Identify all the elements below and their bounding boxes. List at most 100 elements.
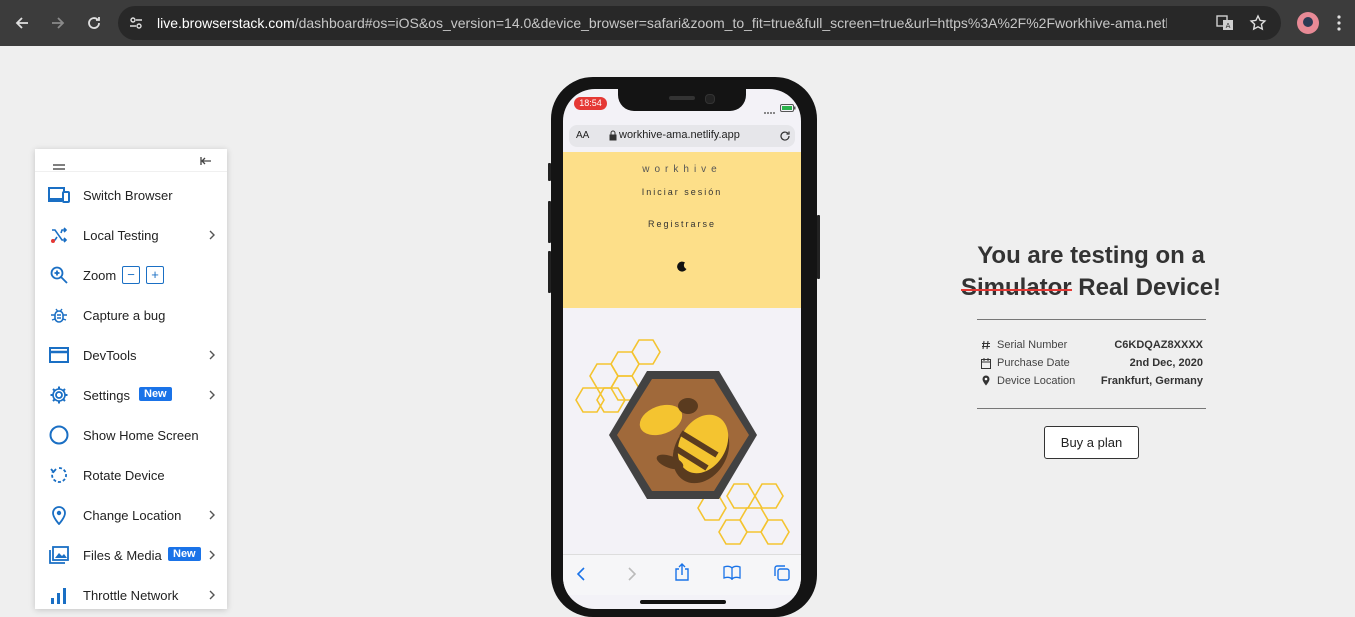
hash-icon: [982, 340, 990, 350]
sidebar-item-label: Local Testing: [83, 227, 159, 243]
chevron-right-icon: [209, 350, 215, 360]
bookmarks-icon[interactable]: [723, 565, 741, 580]
sidebar-item-change-location[interactable]: Change Location: [35, 495, 227, 535]
info-value: Frankfurt, Germany: [1100, 375, 1203, 387]
login-link[interactable]: Iniciar sesión: [563, 187, 801, 197]
register-link[interactable]: Registrarse: [563, 219, 801, 229]
device-location-row: Device Location Frankfurt, Germany: [981, 374, 1203, 390]
forward-icon[interactable]: [46, 11, 70, 35]
info-label: Purchase Date: [997, 357, 1070, 369]
info-value: C6KDQAZ8XXXX: [1114, 339, 1203, 351]
new-badge: New: [139, 387, 172, 401]
url-path: /dashboard#os=iOS&os_version=14.0&device…: [294, 15, 1167, 31]
browser-toolbar: live.browserstack.com/dashboard#os=iOS&o…: [0, 0, 1355, 46]
info-label: Device Location: [997, 375, 1076, 387]
safari-url: workhive-ama.netlify.app: [619, 129, 740, 141]
new-badge: New: [168, 547, 201, 561]
device-notch: [618, 89, 746, 111]
divider: [977, 408, 1206, 409]
sidebar-item-label: Files & Media: [83, 547, 162, 563]
sidebar-item-label: DevTools: [83, 347, 137, 363]
zoom-out-button[interactable]: −: [122, 266, 140, 284]
info-value: 2nd Dec, 2020: [1129, 357, 1203, 369]
strikethrough-simulator: Simulator: [960, 274, 1072, 301]
local-testing-icon: [48, 224, 70, 246]
info-label: Serial Number: [997, 339, 1068, 351]
sidebar-header: [35, 149, 227, 172]
sidebar-item-label: Rotate Device: [83, 467, 165, 483]
purchase-date-row: Purchase Date 2nd Dec, 2020: [981, 356, 1203, 372]
sidebar-item-zoom: Zoom − +: [35, 255, 227, 295]
sidebar-item-label: Settings: [83, 387, 130, 403]
site-info-icon[interactable]: [128, 15, 144, 36]
reader-aa-button[interactable]: AA: [576, 130, 589, 141]
sidebar-item-label: Show Home Screen: [83, 427, 199, 443]
zoom-icon: [48, 264, 70, 286]
sidebar-item-capture-bug[interactable]: Capture a bug: [35, 295, 227, 335]
bee-hexagon-logo: [575, 339, 790, 545]
location-pin-icon: [48, 504, 70, 526]
sidebar-item-switch-browser[interactable]: Switch Browser: [35, 175, 227, 215]
site-brand: workhive: [642, 164, 722, 175]
serial-number-row: Serial Number C6KDQAZ8XXXX: [981, 338, 1203, 354]
reload-icon[interactable]: [82, 11, 106, 35]
dark-mode-moon-icon[interactable]: [676, 261, 688, 273]
image-icon: [48, 544, 70, 566]
sidebar-item-settings[interactable]: Settings New: [35, 375, 227, 415]
heading-line-2: Simulator Real Device!: [940, 272, 1242, 304]
zoom-in-button[interactable]: +: [146, 266, 164, 284]
reload-icon[interactable]: [779, 130, 791, 142]
share-icon[interactable]: [674, 563, 690, 581]
location-pin-icon: [982, 375, 990, 386]
home-indicator: [640, 600, 726, 604]
url-host: live.browserstack.com: [157, 15, 295, 31]
buy-plan-button[interactable]: Buy a plan: [1044, 426, 1139, 459]
address-bar[interactable]: live.browserstack.com/dashboard#os=iOS&o…: [118, 6, 1281, 40]
safari-bottom-toolbar: [563, 554, 801, 595]
heading-line-1: You are testing on a: [977, 242, 1205, 269]
back-icon[interactable]: [576, 566, 586, 582]
sidebar-item-local-testing[interactable]: Local Testing: [35, 215, 227, 255]
sidebar-item-throttle-network[interactable]: Throttle Network: [35, 575, 227, 615]
chevron-right-icon: [209, 590, 215, 600]
more-menu-icon[interactable]: [1336, 14, 1342, 37]
profile-avatar[interactable]: [1297, 12, 1319, 34]
drag-handle-icon[interactable]: [53, 157, 65, 175]
svg-text:A: A: [1226, 22, 1231, 30]
device-frame: 18:54 AA workhive-ama.netlify.app workhi…: [548, 77, 820, 617]
heading-real-device: Real Device!: [1071, 274, 1222, 301]
bookmark-star-icon[interactable]: [1249, 14, 1267, 37]
sidebar-item-label: Zoom: [83, 267, 117, 283]
collapse-sidebar-icon[interactable]: [200, 154, 212, 172]
translate-icon[interactable]: A: [1216, 15, 1234, 36]
home-circle-icon: [48, 424, 70, 446]
chevron-right-icon: [209, 230, 215, 240]
status-signal-icon: [764, 102, 778, 120]
sidebar-item-label: Capture a bug: [83, 307, 166, 323]
back-icon[interactable]: [10, 11, 34, 35]
devices-icon: [48, 184, 70, 206]
battery-icon: [780, 99, 796, 117]
site-header: workhive Iniciar sesión Registrarse: [563, 152, 801, 308]
bug-icon: [48, 304, 70, 326]
gear-icon: [48, 384, 70, 406]
safari-address-bar[interactable]: AA workhive-ama.netlify.app: [569, 125, 795, 147]
sidebar-item-files-media[interactable]: Files & Media New: [35, 535, 227, 575]
toolbar-sidebar: Switch Browser Local Testing Zoom − + Ca…: [35, 149, 227, 609]
status-time: 18:54: [574, 97, 607, 110]
chevron-right-icon: [209, 550, 215, 560]
sidebar-item-devtools[interactable]: DevTools: [35, 335, 227, 375]
sidebar-item-label: Change Location: [83, 507, 182, 523]
sidebar-item-label: Throttle Network: [83, 587, 179, 603]
tabs-icon[interactable]: [774, 565, 790, 581]
forward-icon[interactable]: [627, 566, 637, 582]
sidebar-item-rotate-device[interactable]: Rotate Device: [35, 455, 227, 495]
device-screen[interactable]: 18:54 AA workhive-ama.netlify.app workhi…: [563, 89, 801, 609]
real-device-heading: You are testing on a Simulator Real Devi…: [940, 240, 1242, 304]
divider: [977, 319, 1206, 320]
sidebar-item-show-home-screen[interactable]: Show Home Screen: [35, 415, 227, 455]
devtools-icon: [48, 344, 70, 366]
url-text[interactable]: live.browserstack.com/dashboard#os=iOS&o…: [157, 15, 1167, 31]
rotate-icon: [48, 464, 70, 486]
chevron-right-icon: [209, 510, 215, 520]
